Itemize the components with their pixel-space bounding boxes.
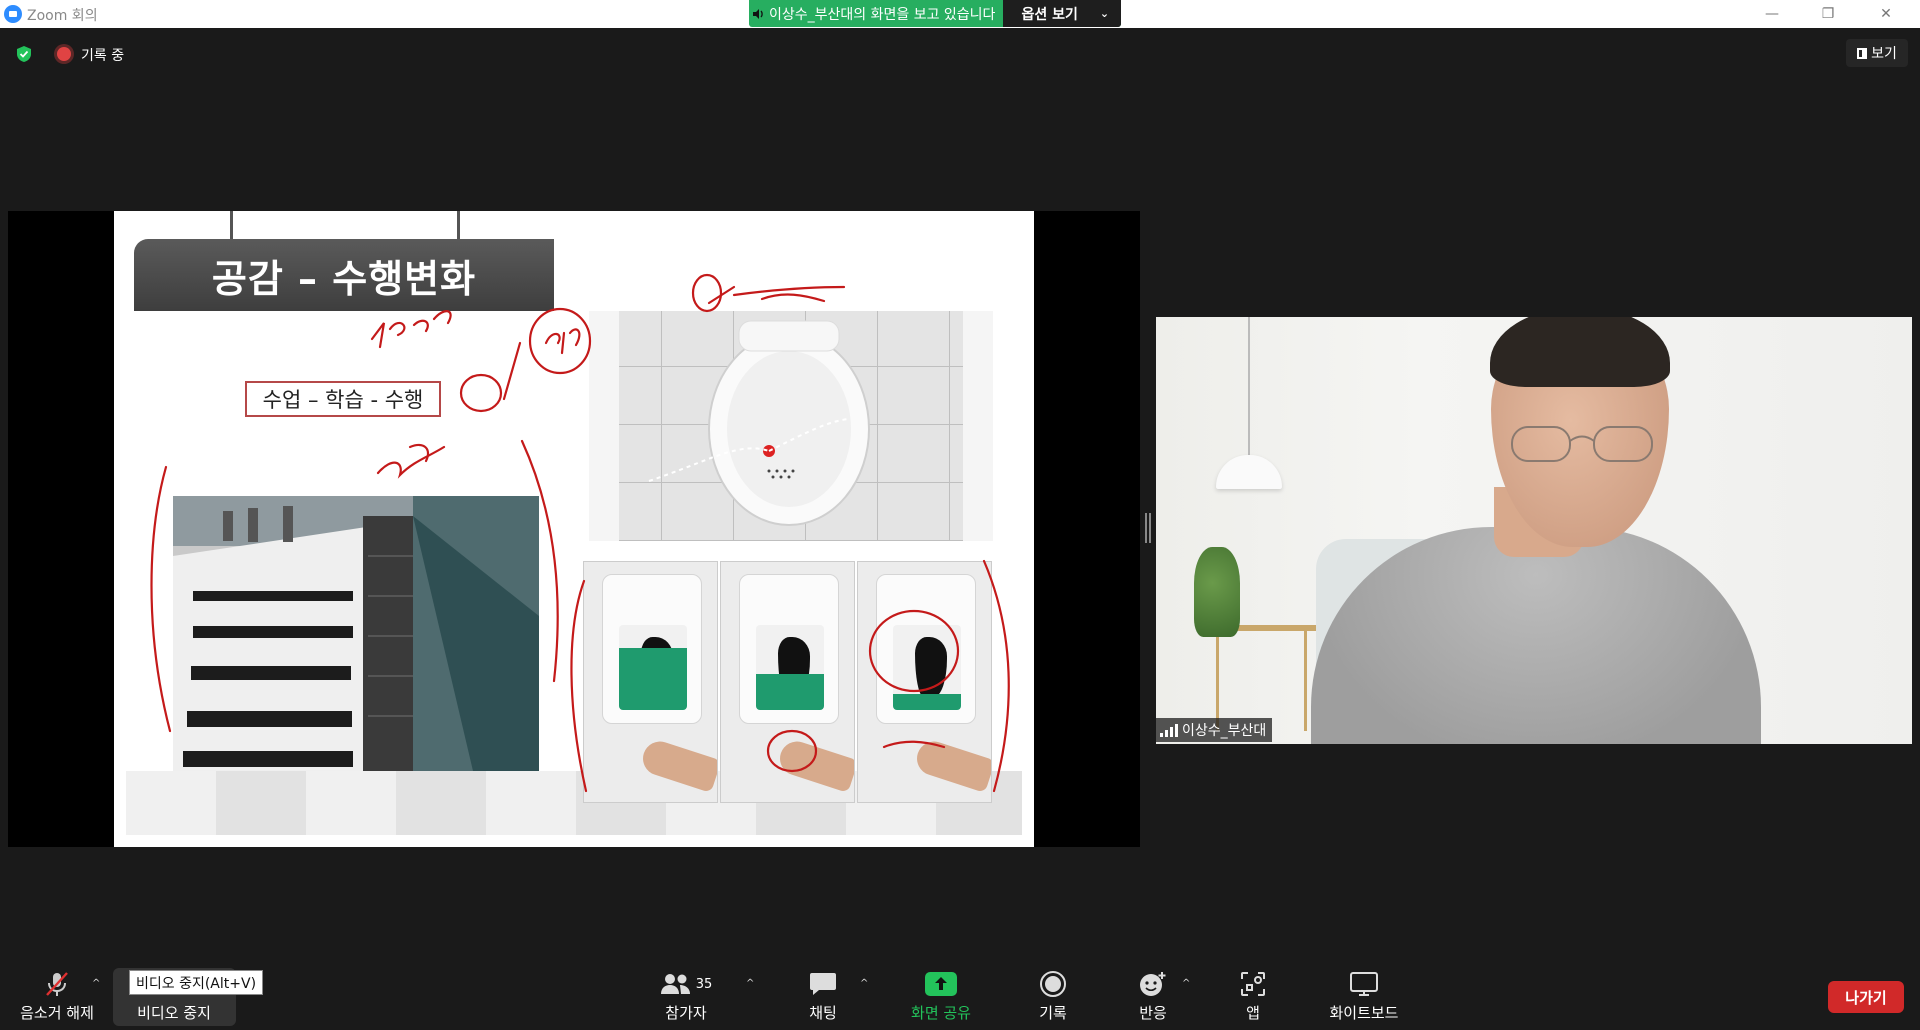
reactions-button[interactable]: 반응 [1130,968,1176,1026]
towel-dispenser-photo-3 [857,561,992,803]
signal-strength-icon [1160,723,1178,737]
pendant-lamp [1216,455,1282,489]
participants-button[interactable]: 35 참가자 [655,968,717,1026]
screen-share-banner: 이상수_부산대의 화면을 보고 있습니다 옵션 보기 ⌄ [749,0,1122,27]
window-titlebar: Zoom 회의 이상수_부산대의 화면을 보고 있습니다 옵션 보기 ⌄ — ❐… [0,0,1920,28]
chat-options-caret-icon[interactable]: ^ [860,978,868,989]
record-icon [1040,971,1066,997]
audio-options-caret-icon[interactable]: ^ [92,978,100,989]
slide-title-box: 공감 – 수행변화 [134,239,554,311]
lamp-cord [1248,317,1250,457]
hand [638,737,717,793]
towel-dispenser-photo-1 [583,561,718,803]
whiteboard-label: 화이트보드 [1329,1004,1399,1022]
close-icon: ✕ [1880,6,1892,22]
presentation-slide: 공감 – 수행변화 수업 – 학습 - 수행 [114,211,1034,847]
chat-label: 채팅 [809,1004,837,1022]
chat-icon [810,973,836,995]
whiteboard-button[interactable]: 화이트보드 [1322,968,1406,1026]
minimize-icon: — [1765,6,1779,22]
stop-video-tooltip: 비디오 중지(Alt+V) [129,970,264,995]
hand [912,737,991,793]
security-shield-icon[interactable] [15,45,33,63]
glasses [1511,426,1653,462]
table-leg [1304,631,1307,731]
restore-icon: ❐ [1821,6,1835,22]
unmute-label: 음소거 해제 [20,1004,94,1022]
dispenser [602,574,702,724]
participants-count: 35 [695,976,713,992]
whiteboard-icon [1350,972,1378,996]
stop-video-label: 비디오 중지 [137,1004,211,1022]
view-options-button[interactable]: 옵션 보기 ⌄ [1003,0,1122,27]
view-label: 보기 [1871,46,1897,62]
towel-dispenser-photo-2 [720,561,855,803]
share-screen-icon [925,972,957,996]
recording-label: 기록 중 [81,48,125,64]
share-banner-text: 이상수_부산대의 화면을 보고 있습니다 [769,6,996,23]
slide-title: 공감 – 수행변화 [211,256,477,301]
participant-name: 이상수_부산대 [1182,723,1267,739]
chat-button[interactable]: 채팅 [796,968,850,1026]
minimize-button[interactable]: — [1752,2,1792,26]
reactions-label: 반응 [1139,1004,1167,1022]
zoom-logo-icon [4,5,22,23]
window-title: Zoom 회의 [27,8,98,24]
share-screen-button[interactable]: 화면 공유 [900,968,982,1026]
apps-label: 앱 [1246,1004,1260,1022]
person-hair [1490,317,1670,387]
piano-stairs-photo [173,496,539,771]
plant [1194,547,1240,637]
participants-icon [660,974,690,994]
chevron-down-icon: ⌄ [1099,7,1110,20]
participants-options-caret-icon[interactable]: ^ [746,978,754,989]
participants-label: 참가자 [665,1004,707,1022]
share-screen-label: 화면 공유 [911,1004,971,1022]
record-label: 기록 [1039,1004,1067,1022]
hand [775,737,854,793]
urinal-photo [589,311,993,541]
participant-name-tag: 이상수_부산대 [1156,718,1273,742]
dispenser [739,574,839,724]
participant-video-tile[interactable] [1156,317,1912,744]
panel-resize-handle[interactable] [1145,513,1151,543]
speaker-icon [749,0,767,27]
close-button[interactable]: ✕ [1866,2,1906,26]
unmute-button[interactable]: 음소거 해제 [12,968,102,1026]
dispenser [876,574,976,724]
recording-indicator-icon[interactable] [57,47,71,61]
slide-tag: 수업 – 학습 - 수행 [245,381,441,417]
restore-button[interactable]: ❐ [1808,2,1848,26]
record-button[interactable]: 기록 [1030,968,1076,1026]
apps-icon [1241,972,1265,996]
leave-meeting-button[interactable]: 나가기 [1828,981,1904,1013]
apps-button[interactable]: 앱 [1230,968,1276,1026]
reactions-icon [1140,972,1166,996]
view-layout-icon [1857,47,1868,59]
table-leg [1216,631,1219,731]
reactions-options-caret-icon[interactable]: ^ [1182,978,1190,989]
microphone-muted-icon [46,972,68,996]
view-button[interactable]: 보기 [1846,39,1908,67]
view-options-label: 옵션 보기 [1021,6,1078,23]
